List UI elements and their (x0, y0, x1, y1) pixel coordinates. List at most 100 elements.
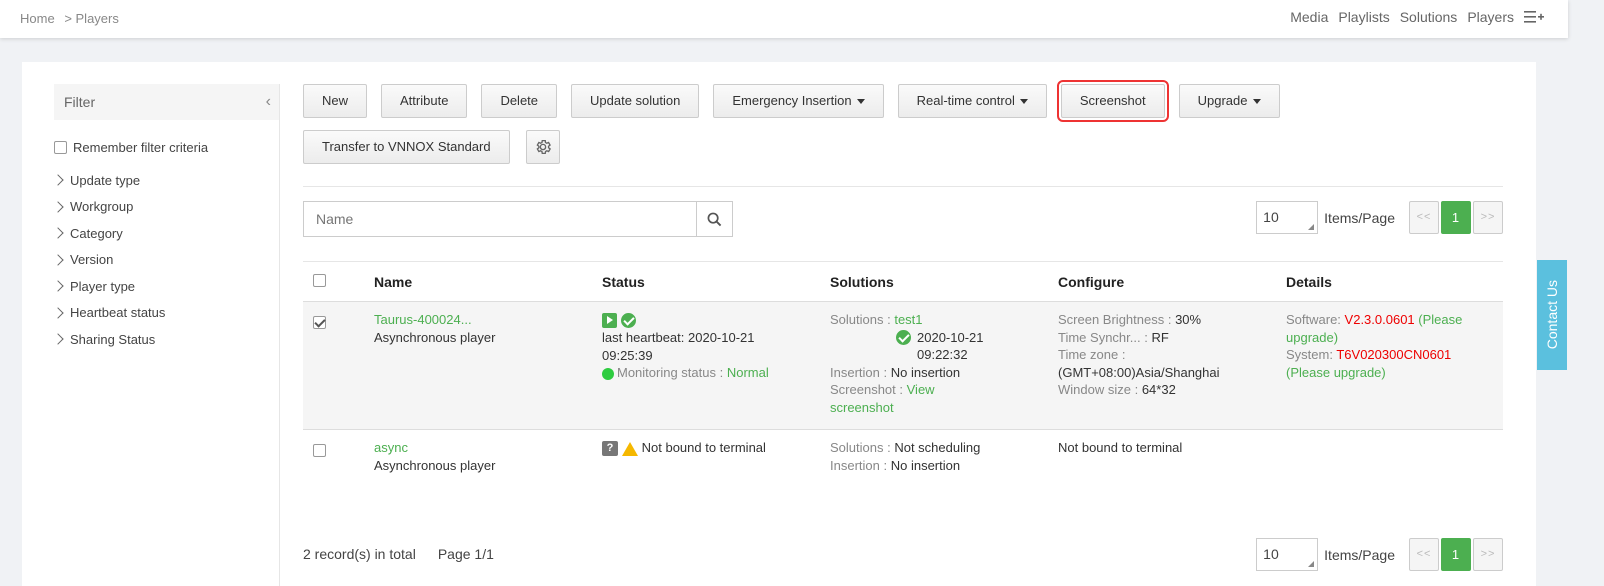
nav-playlists[interactable]: Playlists (1338, 9, 1389, 25)
remember-checkbox[interactable] (54, 141, 67, 154)
filter-item-version[interactable]: Version (52, 247, 279, 274)
cell-configure: Screen Brightness : 30% Time Synchr... :… (1058, 301, 1286, 430)
search-input[interactable] (304, 202, 696, 236)
filter-item-heartbeat-status[interactable]: Heartbeat status (52, 300, 279, 327)
timezone-value: (GMT+08:00)Asia/Shanghai (1058, 364, 1220, 380)
cell-status: ? Not bound to terminal (602, 430, 830, 490)
content-area: New Attribute Delete Update solution Eme… (303, 80, 1503, 571)
main-card: Filter ‹ Remember filter criteria Update… (22, 62, 1536, 586)
search-icon (707, 212, 722, 226)
status-dot-icon (602, 367, 614, 380)
breadcrumb: Home > Players (20, 11, 125, 26)
table-row[interactable]: async Asynchronous player ? Not bound to… (303, 430, 1503, 490)
records-total: 2 record(s) in total Page 1/1 (303, 546, 494, 562)
nav-media[interactable]: Media (1290, 9, 1328, 25)
row-checkbox[interactable] (313, 444, 326, 457)
system-version: T6V020300CN0601 (1336, 347, 1452, 362)
warning-icon (622, 441, 638, 456)
filter-item-category[interactable]: Category (52, 220, 279, 247)
header-details[interactable]: Details (1286, 261, 1503, 302)
page-1-button[interactable]: 1 (1441, 201, 1471, 234)
cell-details (1286, 430, 1503, 490)
insertion-label: Insertion : (830, 457, 888, 473)
table-row[interactable]: Taurus-400024... Asynchronous player las… (303, 301, 1503, 430)
pager-top: 10 Items/Page << 1 >> (1256, 201, 1503, 234)
attribute-button[interactable]: Attribute (381, 84, 468, 118)
settings-button[interactable] (525, 130, 560, 164)
filter-item-label: Sharing Status (70, 331, 156, 347)
timesync-label: Time Synchr... : (1058, 329, 1148, 345)
cell-details: Software: V2.3.0.0601 (Please upgrade) S… (1286, 301, 1503, 430)
transfer-button[interactable]: Transfer to VNNOX Standard (303, 130, 510, 164)
player-type: Asynchronous player (374, 457, 496, 473)
header-configure[interactable]: Configure (1058, 261, 1286, 302)
chevron-right-icon (52, 227, 64, 239)
system-upgrade-note[interactable]: (Please upgrade) (1286, 365, 1386, 380)
toolbar: New Attribute Delete Update solution Eme… (303, 80, 1403, 122)
realtime-control-button[interactable]: Real-time control (897, 84, 1047, 118)
emergency-insertion-label: Emergency Insertion (732, 93, 852, 108)
upgrade-label: Upgrade (1197, 93, 1248, 108)
header-select (303, 261, 374, 302)
timezone-label: Time zone : (1058, 347, 1126, 362)
search-box (303, 201, 733, 237)
remember-filter[interactable]: Remember filter criteria (54, 140, 279, 155)
search-row: 10 Items/Page << 1 >> (303, 187, 1503, 249)
chevron-right-icon (52, 254, 64, 266)
next-page-button[interactable]: >> (1473, 538, 1503, 571)
per-page-select[interactable]: 10 (1256, 201, 1319, 234)
pager-bottom: 10 Items/Page << 1 >> (1256, 538, 1503, 571)
contact-us-tab[interactable]: Contact Us (1537, 260, 1567, 370)
delete-button[interactable]: Delete (481, 84, 558, 118)
chevron-right-icon (52, 307, 64, 319)
solutions-label: Solutions : (830, 440, 891, 455)
filter-item-workgroup[interactable]: Workgroup (52, 194, 279, 221)
header-solutions[interactable]: Solutions (830, 261, 1058, 302)
player-type: Asynchronous player (374, 329, 496, 345)
software-label: Software: (1286, 312, 1341, 327)
breadcrumb-home[interactable]: Home (20, 11, 55, 26)
header-name[interactable]: Name (374, 261, 602, 302)
new-button[interactable]: New (303, 84, 368, 118)
window-size-label: Window size : (1058, 382, 1139, 397)
menu-add-icon[interactable] (1524, 9, 1544, 25)
brightness-label: Screen Brightness : (1058, 312, 1172, 327)
nav-players[interactable]: Players (1467, 9, 1514, 25)
prev-page-button[interactable]: << (1409, 201, 1439, 234)
upgrade-button[interactable]: Upgrade (1178, 84, 1280, 118)
update-solution-button[interactable]: Update solution (571, 84, 700, 118)
filter-item-label: Update type (70, 172, 141, 188)
remember-label: Remember filter criteria (73, 140, 209, 155)
filter-item-update-type[interactable]: Update type (52, 167, 279, 194)
header-status[interactable]: Status (602, 261, 830, 302)
filter-title: Filter (64, 94, 96, 110)
nav-solutions[interactable]: Solutions (1400, 9, 1458, 25)
caret-down-icon (1019, 99, 1028, 105)
solution-time: 2020-10-21 09:22:32 (917, 329, 984, 363)
row-checkbox[interactable] (313, 316, 326, 329)
cell-name: Taurus-400024... Asynchronous player (374, 301, 602, 430)
filter-item-label: Category (70, 225, 123, 241)
contact-us-label: Contact Us (1544, 280, 1560, 350)
search-button[interactable] (696, 202, 732, 236)
row-select (303, 430, 374, 490)
filter-item-sharing-status[interactable]: Sharing Status (52, 326, 279, 353)
prev-page-button[interactable]: << (1409, 538, 1439, 571)
brightness-value: 30% (1175, 312, 1202, 327)
next-page-button[interactable]: >> (1473, 201, 1503, 234)
realtime-control-label: Real-time control (916, 93, 1015, 108)
page-1-button[interactable]: 1 (1441, 538, 1471, 571)
filter-item-player-type[interactable]: Player type (52, 273, 279, 300)
collapse-icon[interactable]: ‹ (266, 84, 271, 120)
online-check-icon (620, 313, 636, 329)
filter-item-label: Player type (70, 278, 136, 294)
player-name-link[interactable]: async (374, 439, 602, 457)
select-all-checkbox[interactable] (313, 273, 326, 287)
screenshot-label: Screenshot : (830, 382, 903, 397)
not-bound-status: Not bound to terminal (641, 440, 766, 455)
screenshot-button[interactable]: Screenshot (1056, 80, 1169, 122)
player-name-link[interactable]: Taurus-400024... (374, 311, 602, 329)
per-page-select[interactable]: 10 (1256, 538, 1319, 571)
solution-link[interactable]: test1 (894, 312, 922, 327)
emergency-insertion-button[interactable]: Emergency Insertion (713, 84, 884, 118)
